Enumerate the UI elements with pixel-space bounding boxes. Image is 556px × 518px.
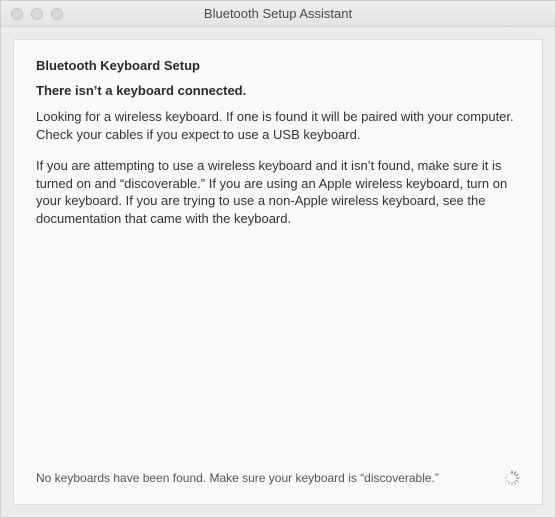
window-title: Bluetooth Setup Assistant xyxy=(1,6,555,21)
minimize-icon[interactable] xyxy=(31,8,43,20)
setup-panel: Bluetooth Keyboard Setup There isn’t a k… xyxy=(13,39,543,505)
zoom-icon[interactable] xyxy=(51,8,63,20)
titlebar: Bluetooth Setup Assistant xyxy=(1,1,555,27)
info-paragraph-1: Looking for a wireless keyboard. If one … xyxy=(36,108,520,143)
window-controls xyxy=(1,8,63,20)
panel-subheading: There isn’t a keyboard connected. xyxy=(36,83,520,98)
content-area: Bluetooth Keyboard Setup There isn’t a k… xyxy=(1,27,555,517)
status-text: No keyboards have been found. Make sure … xyxy=(36,471,439,485)
panel-heading: Bluetooth Keyboard Setup xyxy=(36,58,520,73)
status-row: No keyboards have been found. Make sure … xyxy=(36,470,520,486)
dialog-window: Bluetooth Setup Assistant Bluetooth Keyb… xyxy=(0,0,556,518)
close-icon[interactable] xyxy=(11,8,23,20)
info-paragraph-2: If you are attempting to use a wireless … xyxy=(36,157,520,227)
spinner-icon xyxy=(504,470,520,486)
